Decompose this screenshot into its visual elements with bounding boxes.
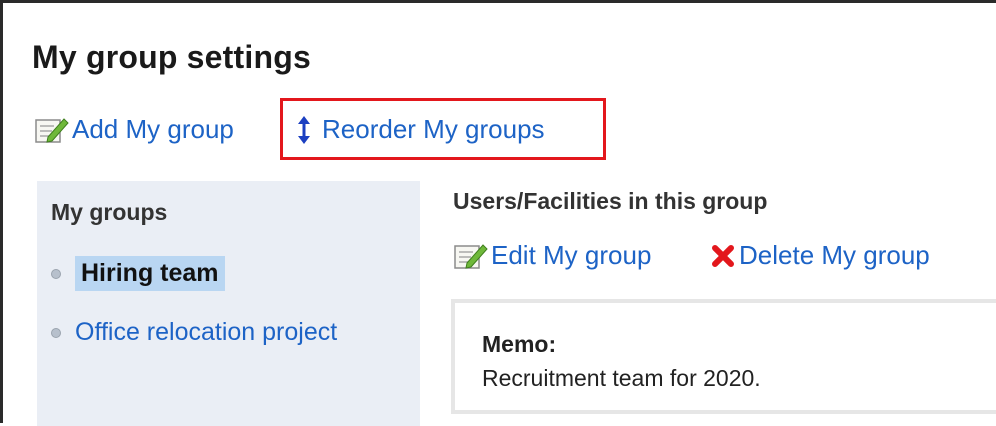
- bullet-icon: [51, 268, 61, 279]
- sidebar-item-hiring-team[interactable]: Hiring team: [51, 256, 225, 291]
- delete-my-group-label: Delete My group: [739, 240, 930, 270]
- add-my-group-label: Add My group: [72, 114, 234, 144]
- section-title: Users/Facilities in this group: [453, 188, 768, 214]
- reorder-my-groups-label: Reorder My groups: [322, 114, 545, 144]
- red-x-icon: [710, 243, 736, 269]
- sidebar-title: My groups: [51, 199, 168, 225]
- delete-my-group-link[interactable]: Delete My group: [710, 240, 930, 271]
- memo-label: Memo:: [482, 331, 557, 357]
- memo-box: Memo: Recruitment team for 2020.: [451, 299, 996, 414]
- add-my-group-link[interactable]: Add My group: [34, 114, 234, 145]
- sidebar-item-label: Hiring team: [75, 256, 225, 291]
- app-window: My group settings Add My group Reorder M…: [0, 0, 996, 426]
- up-down-arrow-icon: [296, 115, 312, 145]
- memo-text: Recruitment team for 2020.: [482, 365, 761, 391]
- edit-note-icon: [453, 241, 489, 271]
- edit-my-group-link[interactable]: Edit My group: [453, 240, 651, 271]
- sidebar-item-office-relocation[interactable]: Office relocation project: [51, 318, 337, 347]
- edit-note-icon: [34, 115, 70, 145]
- reorder-my-groups-link[interactable]: Reorder My groups: [296, 114, 545, 145]
- page-title: My group settings: [32, 39, 311, 75]
- my-groups-sidebar: My groups Hiring team Office relocation …: [37, 181, 420, 426]
- edit-my-group-label: Edit My group: [491, 240, 652, 270]
- sidebar-item-label: Office relocation project: [75, 318, 338, 346]
- bullet-icon: [51, 327, 61, 338]
